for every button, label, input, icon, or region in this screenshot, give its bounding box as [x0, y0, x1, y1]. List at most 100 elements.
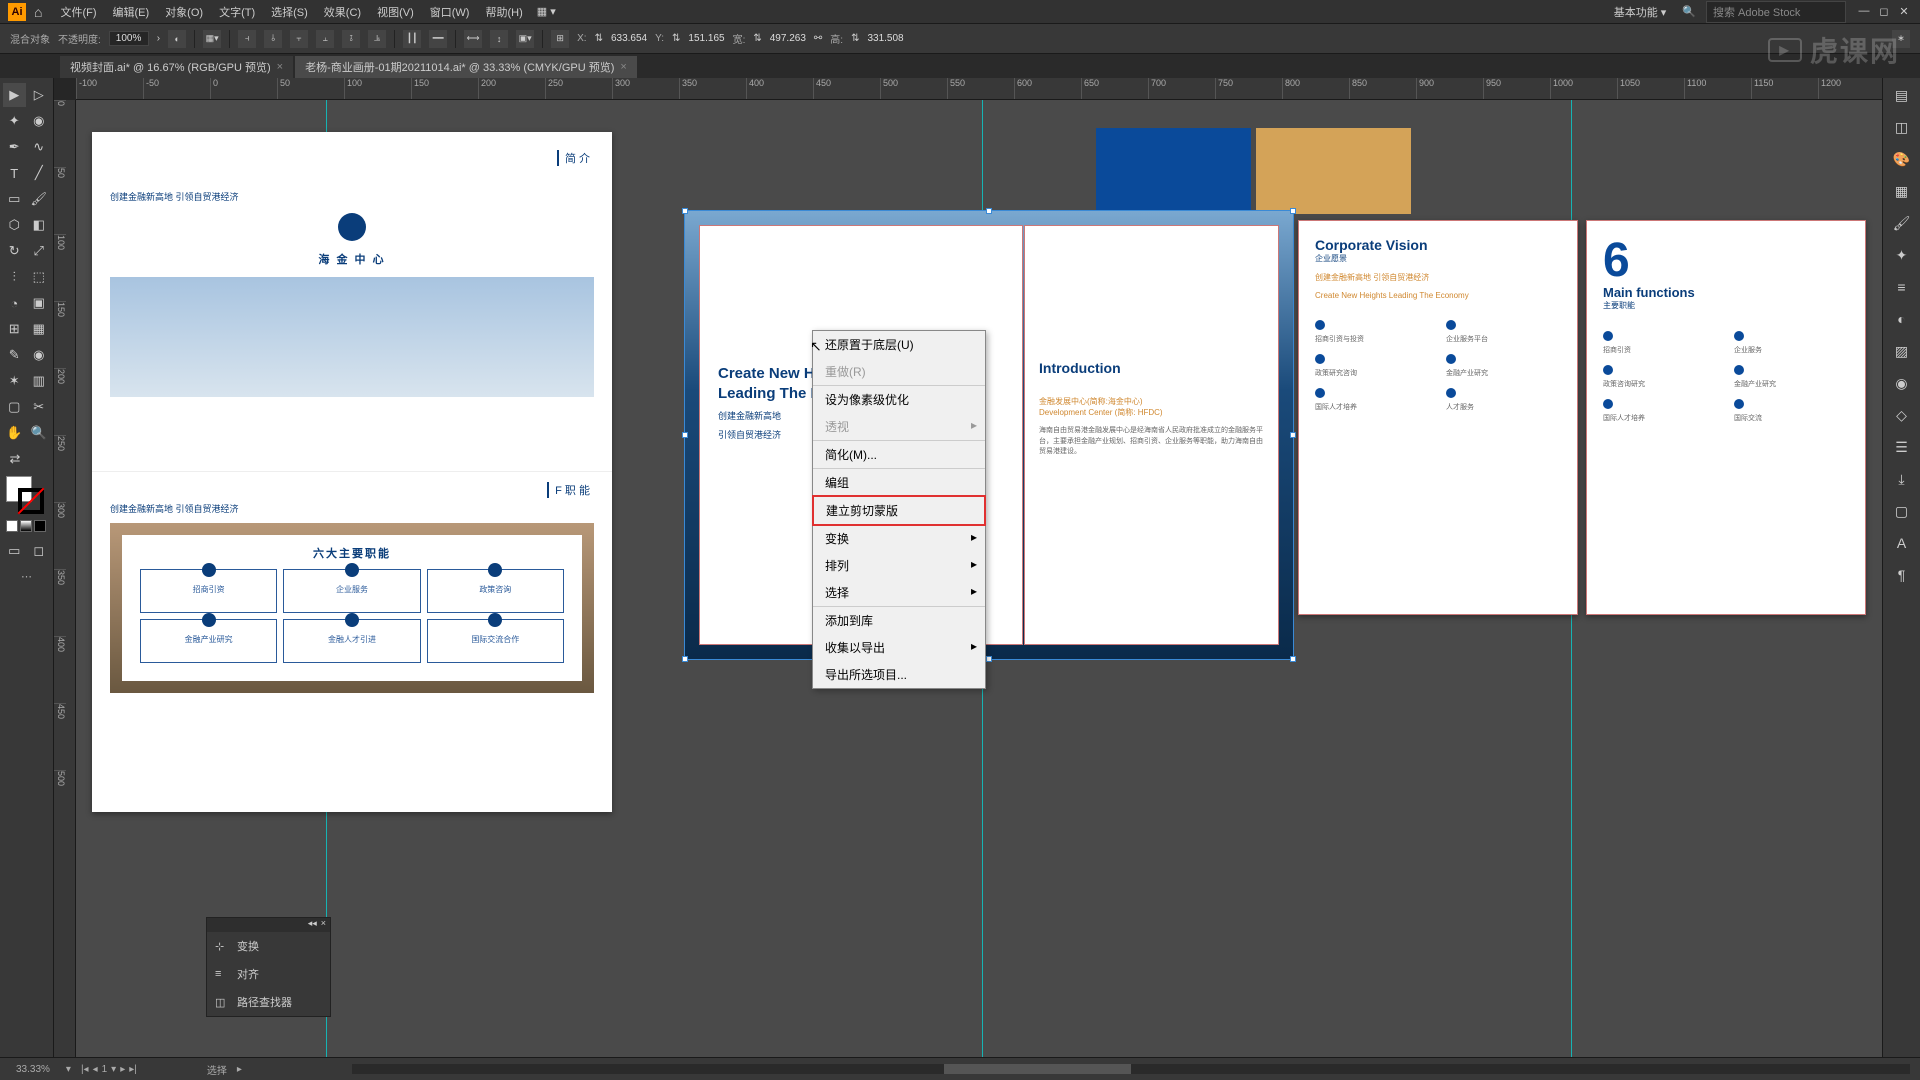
graph-tool-icon[interactable]: ▥ [28, 369, 51, 393]
line-tool-icon[interactable]: ╱ [28, 161, 51, 185]
h-value[interactable]: 331.508 [867, 33, 903, 44]
artboard-number[interactable]: 1 [102, 1064, 108, 1075]
transparency-panel-icon[interactable]: ▨ [1891, 340, 1913, 362]
pen-tool-icon[interactable]: ✒ [3, 135, 26, 159]
window-restore-icon[interactable]: ◻ [1876, 5, 1892, 18]
distribute-v-icon[interactable]: ━━ [429, 30, 447, 48]
color-panel-icon[interactable]: 🎨 [1891, 148, 1913, 170]
panel-close-icon[interactable]: × [321, 918, 326, 932]
search-icon[interactable]: 🔍 [1682, 5, 1696, 18]
fill-stroke-swatches[interactable] [6, 476, 46, 516]
controlbar-more-icon[interactable]: ∗ [1892, 30, 1910, 48]
stroke-swatch[interactable] [18, 488, 44, 514]
selection-handle[interactable] [1290, 432, 1296, 438]
slice-tool-icon[interactable]: ✂ [28, 395, 51, 419]
ctx-add-to-library[interactable]: 添加到库 [813, 607, 985, 634]
panel-item-transform[interactable]: ⊹变换 [207, 932, 330, 960]
align-to-icon[interactable]: ▣▾ [516, 30, 534, 48]
tab-close-icon[interactable]: × [620, 61, 626, 73]
screen-mode-icon[interactable]: ▭ [3, 539, 26, 563]
align-vcenter-icon[interactable]: ⫱ [342, 30, 360, 48]
align-top-icon[interactable]: ⫠ [316, 30, 334, 48]
screen-mode-2-icon[interactable]: ◻ [28, 539, 51, 563]
window-minimize-icon[interactable]: — [1856, 5, 1872, 18]
ctx-export-selection[interactable]: 导出所选项目... [813, 661, 985, 688]
ctx-make-clipping-mask[interactable]: 建立剪切蒙版 [814, 497, 984, 524]
x-value[interactable]: 633.654 [611, 33, 647, 44]
align-right-icon[interactable]: ⫟ [290, 30, 308, 48]
search-input[interactable]: 搜索 Adobe Stock [1706, 1, 1846, 23]
artboards-panel-icon[interactable]: ▢ [1891, 500, 1913, 522]
stroke-panel-icon[interactable]: ≡ [1891, 276, 1913, 298]
menu-help[interactable]: 帮助(H) [477, 4, 530, 20]
nav-last-icon[interactable]: ▸| [129, 1064, 137, 1075]
ctx-pixel-optimize[interactable]: 设为像素级优化 [813, 386, 985, 413]
distribute-spacing-v-icon[interactable]: ↕ [490, 30, 508, 48]
selection-handle[interactable] [682, 432, 688, 438]
menu-select[interactable]: 选择(S) [263, 4, 316, 20]
lasso-tool-icon[interactable]: ◉ [28, 109, 51, 133]
layers-panel-icon[interactable]: ☰ [1891, 436, 1913, 458]
menu-type[interactable]: 文字(T) [211, 4, 263, 20]
selection-handle[interactable] [986, 208, 992, 214]
magic-wand-tool-icon[interactable]: ✦ [3, 109, 26, 133]
type-tool-icon[interactable]: T [3, 161, 26, 185]
symbol-sprayer-tool-icon[interactable]: ✶ [3, 369, 26, 393]
w-value[interactable]: 497.263 [770, 33, 806, 44]
ctx-undo[interactable]: 还原置于底层(U) [813, 331, 985, 358]
symbols-panel-icon[interactable]: ✦ [1891, 244, 1913, 266]
nav-prev-icon[interactable]: ◂ [93, 1064, 98, 1075]
type-panel-icon[interactable]: A [1891, 532, 1913, 554]
brush-tool-icon[interactable]: 🖌 [28, 187, 51, 211]
ctx-group[interactable]: 编组 [813, 469, 985, 496]
gradient-tool-icon[interactable]: ▦ [28, 317, 51, 341]
panel-item-pathfinder[interactable]: ◫路径查找器 [207, 988, 330, 1016]
y-value[interactable]: 151.165 [688, 33, 724, 44]
w-stepper-icon[interactable]: ⇅ [753, 33, 761, 44]
selection-handle[interactable] [1290, 208, 1296, 214]
document-tab[interactable]: 视频封面.ai* @ 16.67% (RGB/GPU 预览) × [60, 56, 293, 78]
link-wh-icon[interactable]: ⚯ [814, 33, 822, 44]
align-bottom-icon[interactable]: ⫡ [368, 30, 386, 48]
eraser-tool-icon[interactable]: ◧ [28, 213, 51, 237]
direct-select-tool-icon[interactable]: ▷ [28, 83, 51, 107]
zoom-dropdown-icon[interactable]: ▾ [66, 1064, 71, 1075]
shape-builder-tool-icon[interactable]: ◔ [3, 291, 26, 315]
brushes-panel-icon[interactable]: 🖌 [1891, 212, 1913, 234]
distribute-h-icon[interactable]: ┃┃ [403, 30, 421, 48]
toggle-fill-stroke-icon[interactable]: ⇄ [3, 447, 27, 471]
shaper-tool-icon[interactable]: ⬡ [3, 213, 26, 237]
appearance-panel-icon[interactable]: ◉ [1891, 372, 1913, 394]
selection-handle[interactable] [986, 656, 992, 662]
nav-next-icon[interactable]: ▸ [120, 1064, 125, 1075]
gradient-panel-icon[interactable]: ◐ [1891, 308, 1913, 330]
perspective-tool-icon[interactable]: ▣ [28, 291, 51, 315]
swatches-panel-icon[interactable]: ▦ [1891, 180, 1913, 202]
window-close-icon[interactable]: ✕ [1896, 5, 1912, 18]
selection-handle[interactable] [1290, 656, 1296, 662]
gradient-mode-icon[interactable] [20, 520, 32, 532]
distribute-spacing-h-icon[interactable]: ⟷ [464, 30, 482, 48]
asset-export-panel-icon[interactable]: ⤓ [1891, 468, 1913, 490]
document-tab[interactable]: 老杨-商业画册-01期20211014.ai* @ 33.33% (CMYK/G… [295, 56, 637, 78]
width-tool-icon[interactable]: ⫶ [3, 265, 26, 289]
libraries-panel-icon[interactable]: ◫ [1891, 116, 1913, 138]
menu-file[interactable]: 文件(F) [52, 4, 104, 20]
y-stepper-icon[interactable]: ⇅ [672, 33, 680, 44]
panel-collapse-icon[interactable]: ◂◂ [308, 918, 317, 932]
properties-panel-icon[interactable]: ▤ [1891, 84, 1913, 106]
align-hcenter-icon[interactable]: ⫰ [264, 30, 282, 48]
align-left-icon[interactable]: ⫞ [238, 30, 256, 48]
mesh-tool-icon[interactable]: ⊞ [3, 317, 26, 341]
artboard-tool-icon[interactable]: ▢ [3, 395, 26, 419]
menu-view[interactable]: 视图(V) [369, 4, 422, 20]
selection-handle[interactable] [682, 656, 688, 662]
opacity-input[interactable]: 100% [109, 31, 149, 46]
rotate-tool-icon[interactable]: ↻ [3, 239, 26, 263]
ctx-select[interactable]: 选择 [813, 579, 985, 607]
blend-tool-icon[interactable]: ◉ [28, 343, 51, 367]
vertical-ruler[interactable]: 050100150200250300350400450500 [54, 100, 76, 1057]
panel-item-align[interactable]: ≡对齐 [207, 960, 330, 988]
menu-effect[interactable]: 效果(C) [316, 4, 369, 20]
h-stepper-icon[interactable]: ⇅ [851, 33, 859, 44]
